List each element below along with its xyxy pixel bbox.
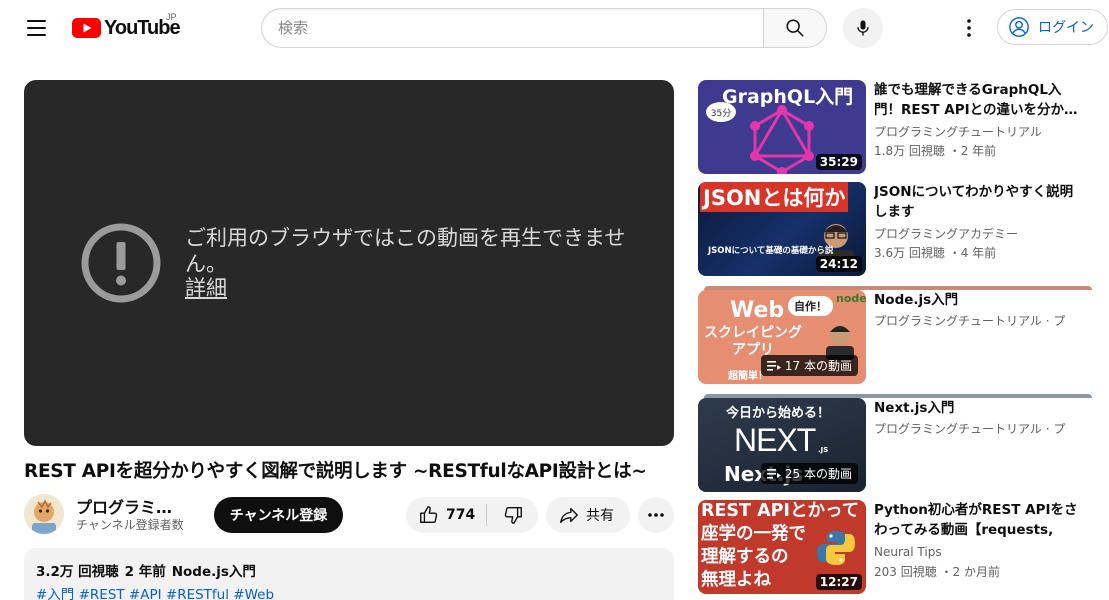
playlist-count-badge: 25 本の動画 [760, 463, 858, 484]
search-button[interactable] [763, 8, 827, 48]
search-input[interactable] [262, 9, 764, 47]
recommended-video[interactable]: JSONとは何か JSONについて基礎の基礎から説 24:12 JSONについて… [698, 182, 1098, 276]
recommended-stats: 3.6万 回視聴 ・4 年前 [874, 246, 997, 260]
video-duration: 12:27 [815, 574, 862, 590]
playlist-link[interactable]: Node.js入門 [172, 564, 256, 580]
like-dislike-group: 774 [406, 497, 538, 533]
next-logo: NEXT [734, 422, 816, 458]
recommended-stats: 1.8万 回視聴 ・2 年前 [874, 144, 997, 158]
description-box[interactable]: 3.2万 回視聴 2 年前 Node.js入門 #入門 #REST #API #RE… [24, 548, 674, 600]
thumbnail-line-4: 無理よね [701, 570, 771, 590]
thumbnail-line-3: 理解するの [701, 547, 789, 567]
share-label: 共有 [586, 508, 614, 524]
hamburger-menu-icon[interactable] [16, 8, 56, 48]
video-duration: 35:29 [815, 154, 862, 170]
recommended-video[interactable]: GraphQL入門 35分 35:29 誰でも理解できるGraphQL入門！RE… [698, 80, 1098, 174]
voice-search-button[interactable] [843, 8, 883, 48]
recommended-stats: 203 回視聴 ・2 か月前 [874, 565, 1000, 579]
recommended-channel[interactable]: プログラミングチュートリアル [874, 123, 1084, 140]
playlist-icon [766, 360, 781, 371]
recommended-channel[interactable]: プログラミングチュートリアル · プ [874, 312, 1084, 329]
recommended-title[interactable]: Python初心者がREST APIをさわってみる動画【requests, ge… [874, 500, 1084, 540]
vertical-dots-icon [967, 19, 971, 37]
recommended-video[interactable]: REST APIとかって 座学の一発で 理解するの 無理よね 12:27 Pyt… [698, 500, 1098, 594]
like-count: 774 [446, 507, 476, 523]
playlist-count: 17 本の動画 [784, 359, 852, 373]
node-logo: node [836, 292, 866, 305]
video-player[interactable]: ご利用のブラウザではこの動画を再生できません。 詳細 [24, 80, 674, 446]
share-arrow-icon [560, 507, 578, 524]
like-button[interactable]: 774 [406, 497, 486, 533]
region-code: JP [166, 12, 177, 22]
thumbs-up-icon [420, 506, 438, 524]
video-duration: 24:12 [815, 256, 862, 272]
recommended-playlist[interactable]: 今日から始める！ NEXT .JS Next.js 25 本の動画 Next.j… [698, 394, 1098, 492]
channel-name[interactable]: プログラミングチュートリアル [76, 494, 188, 518]
account-icon [1009, 17, 1029, 37]
thumbnail-caption: JSONについて基礎の基礎から説 [708, 246, 834, 256]
playlist-thumbnail[interactable]: Web スクレイピング アプリ 自作！ node 超簡単！ 17 本の動画 [698, 290, 866, 384]
playlist-count: 25 本の動画 [784, 467, 852, 481]
description-meta: 3.2万 回視聴 2 年前 Node.js入門 [36, 560, 662, 580]
playlist-icon [766, 468, 781, 479]
login-button[interactable]: ログイン [997, 9, 1108, 45]
share-button[interactable]: 共有 [546, 497, 630, 533]
youtube-logo[interactable]: YouTube [72, 16, 181, 40]
thumbnail-line-1: REST APIとかって [701, 501, 860, 521]
recommended-title[interactable]: JSONについてわかりやすく説明します [874, 182, 1084, 222]
microphone-icon [857, 20, 869, 36]
recommended-channel[interactable]: Neural Tips [874, 545, 1084, 559]
channel-subscriber-count: チャンネル登録者数 [76, 518, 184, 532]
video-thumbnail[interactable]: GraphQL入門 35分 35:29 [698, 80, 866, 174]
video-thumbnail[interactable]: JSONとは何か JSONについて基礎の基礎から説 24:12 [698, 182, 866, 276]
python-logo-icon [817, 531, 855, 565]
thumbs-down-icon [504, 506, 522, 524]
recommended-title[interactable]: Node.js入門 [874, 290, 1084, 310]
recommended-channel[interactable]: プログラミングアカデミー [874, 225, 1084, 242]
recommended-playlist[interactable]: Web スクレイピング アプリ 自作！ node 超簡単！ 17 本の動画 No… [698, 286, 1098, 384]
next-logo-suffix: .JS [818, 446, 829, 454]
error-exclamation-icon [81, 223, 161, 303]
recommended-channel[interactable]: プログラミングチュートリアル · プ [874, 420, 1084, 437]
thumbnail-heading: JSONとは何か [700, 182, 849, 212]
recommended-title[interactable]: 誰でも理解できるGraphQL入門！REST APIとの違いを分か… [874, 80, 1084, 120]
thumbnail-heading: GraphQL入門 [722, 86, 854, 108]
thumbnail-line-2: 座学の一発で [701, 524, 806, 544]
thumbnail-heading: 今日から始める！ [726, 406, 831, 421]
login-label: ログイン [1038, 20, 1094, 36]
settings-more-button[interactable] [949, 8, 989, 48]
thumbnail-heading: Web [730, 298, 785, 323]
search-icon [786, 19, 804, 37]
youtube-play-icon [72, 18, 101, 38]
subscribe-button[interactable]: チャンネル登録 [214, 497, 343, 533]
upload-age: 2 年前 [124, 564, 166, 580]
playback-error-message: ご利用のブラウザではこの動画を再生できません。 [185, 226, 626, 276]
hashtag-links[interactable]: #入門 #REST #API #RESTful #Web [36, 583, 662, 600]
recommended-title[interactable]: Next.js入門 [874, 398, 1084, 418]
error-details-link[interactable]: 詳細 [185, 275, 227, 301]
channel-avatar[interactable] [24, 494, 64, 534]
channel-avatar-illustration [24, 494, 64, 534]
thumbnail-badge: 35分 [706, 102, 736, 122]
video-thumbnail[interactable]: REST APIとかって 座学の一発で 理解するの 無理よね 12:27 [698, 500, 866, 594]
playlist-count-badge: 17 本の動画 [760, 355, 858, 376]
video-title: REST APIを超分かりやすく図解で説明します ~RESTfulなAPI設計と… [24, 461, 647, 482]
search-box [261, 8, 764, 48]
horizontal-dots-icon [648, 513, 664, 517]
top-bar: YouTube JP ログイン [0, 0, 1109, 56]
playlist-thumbnail[interactable]: 今日から始める！ NEXT .JS Next.js 25 本の動画 [698, 398, 866, 492]
dislike-button[interactable] [487, 497, 538, 533]
more-actions-button[interactable] [638, 497, 674, 533]
presenter-figure [826, 325, 854, 360]
view-count: 3.2万 回視聴 [36, 564, 119, 580]
thumbnail-bubble: 自作！ [788, 296, 833, 316]
